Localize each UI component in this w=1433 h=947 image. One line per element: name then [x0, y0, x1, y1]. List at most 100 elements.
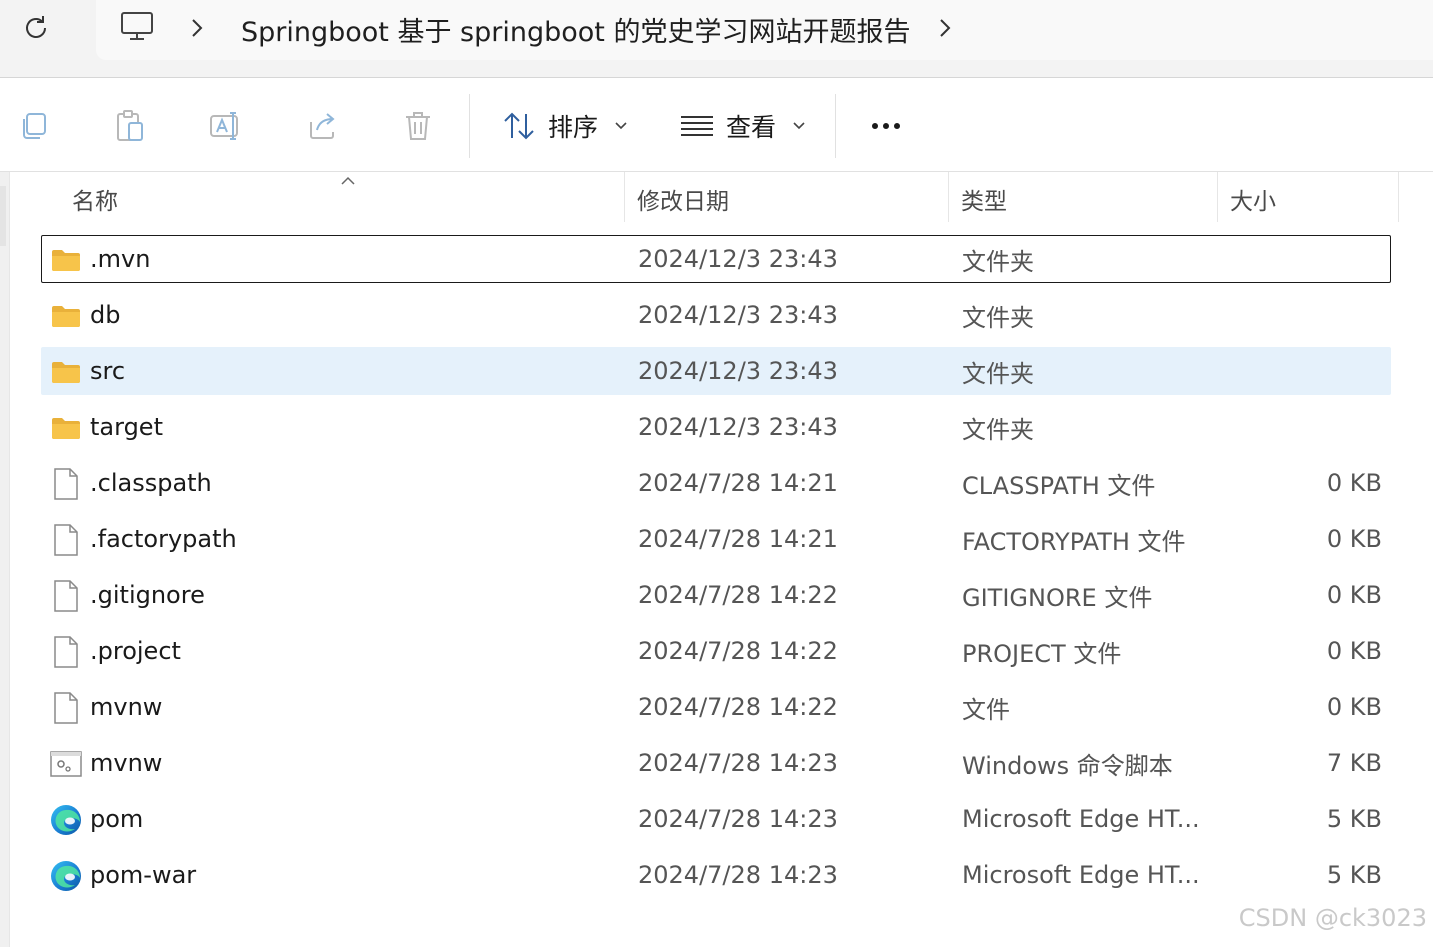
folder-icon: [49, 300, 83, 332]
this-pc-icon[interactable]: [118, 10, 156, 48]
navigation-scrollbar-thumb[interactable]: [0, 186, 6, 246]
file-row[interactable]: pom 2024/7/28 14:23 Microsoft Edge HT... 5 …: [41, 795, 1391, 843]
file-icon: [49, 524, 83, 556]
file-type: 文件夹: [962, 359, 1034, 388]
file-modified-date: 2024/12/3 23:43: [638, 357, 838, 385]
file-row[interactable]: src 2024/12/3 23:43 文件夹: [41, 347, 1391, 395]
view-button[interactable]: 查看: [680, 106, 806, 146]
file-name: mvnw: [90, 749, 163, 777]
script-icon: [49, 748, 83, 780]
file-size: 0 KB: [1326, 525, 1382, 553]
column-header-date[interactable]: 修改日期: [637, 172, 729, 226]
file-icon: [49, 580, 83, 612]
file-modified-date: 2024/7/28 14:22: [638, 693, 838, 721]
file-row[interactable]: mvnw 2024/7/28 14:22 文件 0 KB: [41, 683, 1391, 731]
refresh-button[interactable]: [14, 8, 58, 48]
toolbar-separator: [835, 94, 836, 158]
toolbar-separator: [469, 94, 470, 158]
file-name: src: [90, 357, 126, 385]
file-row[interactable]: .mvn 2024/12/3 23:43 文件夹: [41, 235, 1391, 283]
file-size: [1262, 348, 1382, 394]
file-type: Microsoft Edge HT...: [962, 805, 1200, 833]
paste-button[interactable]: [112, 108, 148, 144]
share-button[interactable]: [304, 108, 340, 144]
file-type: 文件夹: [962, 415, 1034, 444]
file-modified-date: 2024/7/28 14:23: [638, 805, 838, 833]
file-row[interactable]: target 2024/12/3 23:43 文件夹: [41, 403, 1391, 451]
file-size: 0 KB: [1326, 693, 1382, 721]
file-size: [1262, 292, 1382, 338]
file-row[interactable]: .project 2024/7/28 14:22 PROJECT 文件 0 KB: [41, 627, 1391, 675]
file-size: 7 KB: [1326, 749, 1382, 777]
file-name: .project: [90, 637, 181, 665]
file-row[interactable]: mvnw 2024/7/28 14:23 Windows 命令脚本 7 KB: [41, 739, 1391, 787]
file-size: 0 KB: [1326, 581, 1382, 609]
navigation-pane-edge[interactable]: [0, 172, 10, 947]
sort-button[interactable]: 排序: [502, 106, 628, 146]
column-header-type[interactable]: 类型: [961, 172, 1007, 226]
chevron-right-icon[interactable]: [934, 14, 956, 46]
more-options-button[interactable]: [866, 108, 906, 144]
file-modified-date: 2024/12/3 23:43: [638, 413, 838, 441]
file-size: 0 KB: [1326, 469, 1382, 497]
file-row[interactable]: db 2024/12/3 23:43 文件夹: [41, 291, 1391, 339]
chevron-down-icon: [793, 122, 805, 130]
file-icon: [49, 468, 83, 500]
copy-button[interactable]: [16, 108, 52, 144]
file-type: CLASSPATH 文件: [962, 471, 1156, 500]
file-row[interactable]: .classpath 2024/7/28 14:21 CLASSPATH 文件 0 K…: [41, 459, 1391, 507]
breadcrumb-current-folder[interactable]: Springboot 基于 springboot 的党史学习网站开题报告: [241, 10, 910, 49]
edge-icon: [49, 860, 83, 892]
file-size: [1262, 404, 1382, 450]
more-dots-icon: [894, 123, 900, 129]
column-headers: 名称 修改日期 类型 大小: [10, 172, 1433, 226]
file-name: .factorypath: [90, 525, 237, 553]
file-icon: [49, 636, 83, 668]
folder-icon: [49, 356, 83, 388]
file-type: Microsoft Edge HT...: [962, 861, 1200, 889]
file-size: [1262, 236, 1382, 282]
sort-icon: [504, 112, 534, 140]
file-row[interactable]: .gitignore 2024/7/28 14:22 GITIGNORE 文件 0 K…: [41, 571, 1391, 619]
file-type: GITIGNORE 文件: [962, 583, 1153, 612]
edge-icon: [49, 804, 83, 836]
file-type: 文件夹: [962, 303, 1034, 332]
watermark: CSDN @ck3023: [1238, 904, 1427, 932]
copy-icon: [23, 113, 46, 139]
file-modified-date: 2024/7/28 14:21: [638, 525, 838, 553]
file-name: mvnw: [90, 693, 163, 721]
file-type: PROJECT 文件: [962, 639, 1122, 668]
column-divider[interactable]: [624, 172, 625, 222]
folder-icon: [49, 412, 83, 444]
file-name: .classpath: [90, 469, 212, 497]
paste-icon: [117, 110, 143, 141]
command-bar: 排序 查看: [0, 78, 1433, 172]
column-divider[interactable]: [948, 172, 949, 222]
file-modified-date: 2024/7/28 14:23: [638, 861, 838, 889]
chevron-down-icon: [615, 122, 627, 130]
file-size: 5 KB: [1326, 805, 1382, 833]
column-divider[interactable]: [1398, 172, 1399, 222]
file-modified-date: 2024/7/28 14:22: [638, 637, 838, 665]
file-name: target: [90, 413, 163, 441]
file-icon: [49, 692, 83, 724]
file-name: pom-war: [90, 861, 197, 889]
file-size: 5 KB: [1326, 861, 1382, 889]
more-dots-icon: [883, 123, 889, 129]
file-name: .mvn: [90, 245, 151, 273]
delete-button[interactable]: [400, 108, 436, 144]
file-size: 0 KB: [1326, 637, 1382, 665]
file-type: Windows 命令脚本: [962, 751, 1173, 780]
folder-icon: [49, 244, 83, 276]
file-row[interactable]: .factorypath 2024/7/28 14:21 FACTORYPATH 文…: [41, 515, 1391, 563]
file-modified-date: 2024/12/3 23:43: [638, 301, 838, 329]
column-header-name[interactable]: 名称: [72, 172, 118, 226]
rename-button[interactable]: [208, 108, 244, 144]
column-divider[interactable]: [1217, 172, 1218, 222]
more-dots-icon: [872, 123, 878, 129]
file-row[interactable]: pom-war 2024/7/28 14:23 Microsoft Edge HT.…: [41, 851, 1391, 899]
file-type: 文件: [962, 695, 1010, 724]
chevron-right-icon[interactable]: [186, 14, 208, 46]
file-type: FACTORYPATH 文件: [962, 527, 1186, 556]
column-header-size[interactable]: 大小: [1230, 172, 1276, 226]
